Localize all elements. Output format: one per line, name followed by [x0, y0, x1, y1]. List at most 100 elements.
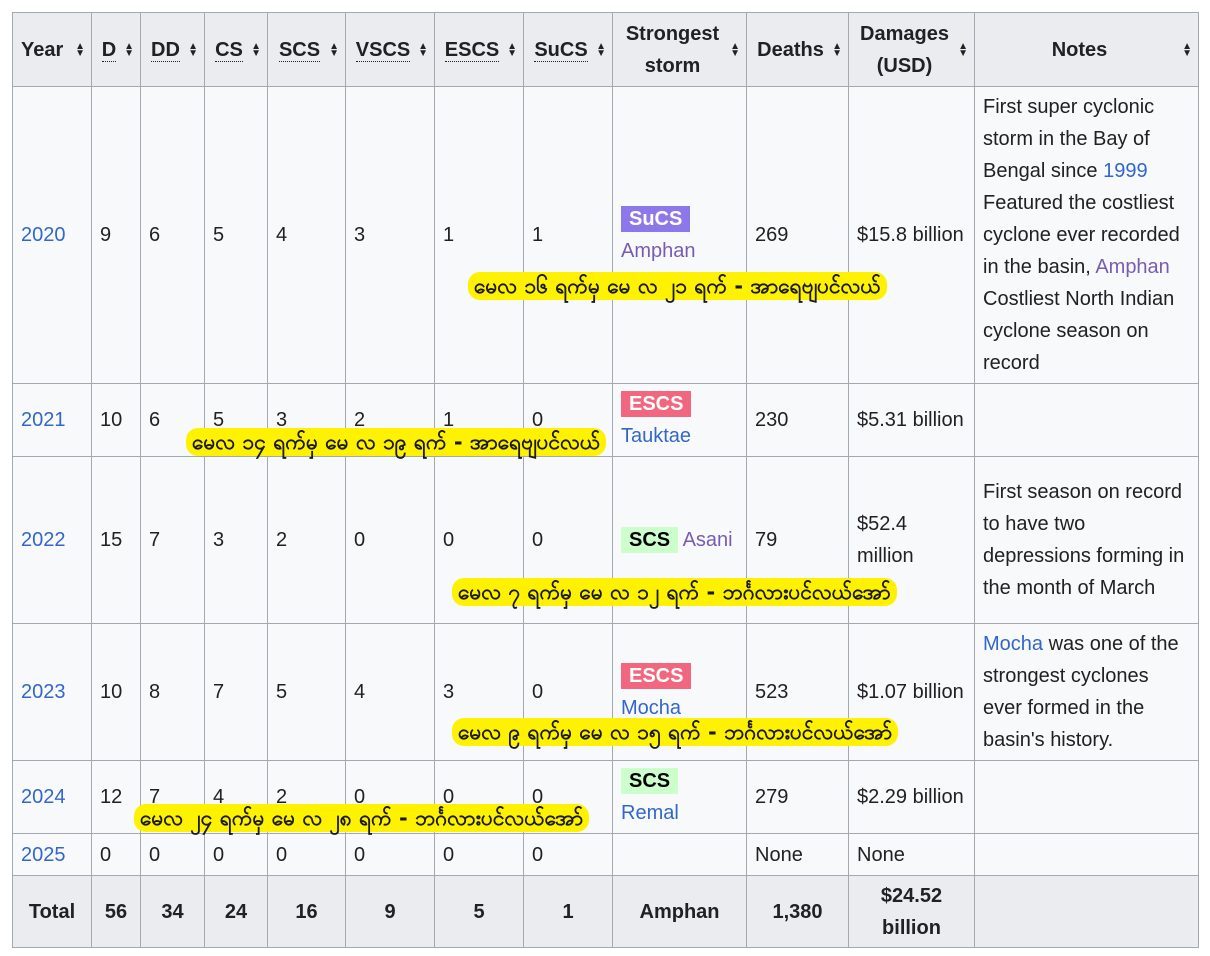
total-cs: 24	[204, 875, 268, 948]
sort-icon[interactable]: ▲ ▼	[124, 41, 134, 58]
column-header-d[interactable]: D ▲ ▼	[91, 12, 141, 87]
column-header-year[interactable]: Year ▲ ▼	[12, 12, 92, 87]
scs-count-cell: 4	[267, 86, 346, 384]
column-header-label: DD	[151, 38, 180, 62]
vscs-count-cell: 4	[345, 623, 435, 761]
total-escs: 5	[434, 875, 524, 948]
notes-link[interactable]: Amphan	[1095, 256, 1170, 278]
year-cell: 2020	[12, 86, 92, 384]
storm-category-badge: SuCS	[621, 206, 691, 232]
column-header-label: CS	[215, 38, 243, 62]
dd-count-cell: 8	[140, 623, 205, 761]
notes-cell	[974, 833, 1199, 876]
column-header-dd[interactable]: DD ▲ ▼	[140, 12, 205, 87]
notes-text: First season on record to have two depre…	[983, 481, 1185, 599]
sort-icon[interactable]: ▲ ▼	[329, 41, 339, 58]
notes-link[interactable]: Mocha	[983, 633, 1043, 655]
vscs-count-cell: 3	[345, 86, 435, 384]
column-header-vscs[interactable]: VSCS ▲ ▼	[345, 12, 435, 87]
overlay-caption-4: မေလ ၉ ရက်မှ မေ လ ၁၅ ရက် - ဘင်္ဂလားပင်လယ်…	[452, 718, 899, 746]
strongest-storm-cell: SCS Remal	[612, 760, 747, 834]
total-d: 56	[91, 875, 141, 948]
sort-icon[interactable]: ▲ ▼	[75, 41, 85, 58]
year-link[interactable]: 2020	[21, 224, 66, 246]
total-deaths: 1,380	[746, 875, 849, 948]
column-header-damages-usd[interactable]: Damages (USD) ▲ ▼	[848, 12, 975, 87]
column-header-label: D	[101, 38, 117, 62]
overlay-caption-2: မေလ ၁၄ ရက်မှ မေ လ ၁၉ ရက် - အာရေဗျပင်လယ်	[186, 428, 607, 456]
table-body: 2020 9 6 5 4 3 1 1 SuCS Amphan 269 $15.8 billion Fir…	[12, 86, 1199, 876]
sort-icon[interactable]: ▲ ▼	[251, 41, 261, 58]
sort-icon[interactable]: ▲ ▼	[958, 41, 968, 58]
sort-icon[interactable]: ▲ ▼	[418, 41, 428, 58]
sort-icon[interactable]: ▲ ▼	[1182, 41, 1192, 58]
storm-name-link[interactable]: Amphan	[621, 240, 696, 262]
storm-category-badge: ESCS	[621, 663, 692, 689]
dd-count-cell: 0	[140, 833, 205, 876]
vscs-count-cell: 0	[345, 833, 435, 876]
sort-icon[interactable]: ▲ ▼	[507, 41, 517, 58]
storm-name-link[interactable]: Tauktae	[621, 425, 691, 447]
deaths-cell: 269	[746, 86, 849, 384]
column-header-label: VSCS	[355, 38, 411, 62]
dd-count-cell: 6	[140, 86, 205, 384]
sucs-count-cell: 1	[523, 86, 613, 384]
total-sucs: 1	[523, 875, 613, 948]
escs-count-cell: 0	[434, 833, 524, 876]
total-scs: 16	[267, 875, 346, 948]
column-header-label: Notes	[1051, 38, 1108, 61]
year-cell: 2023	[12, 623, 92, 761]
scs-count-cell: 0	[267, 833, 346, 876]
column-header-cs[interactable]: CS ▲ ▼	[204, 12, 268, 87]
d-count-cell: 12	[91, 760, 141, 834]
year-link[interactable]: 2022	[21, 529, 66, 551]
column-header-sucs[interactable]: SuCS ▲ ▼	[523, 12, 613, 87]
year-link[interactable]: 2021	[21, 409, 66, 431]
strongest-storm-cell: ESCS Tauktae	[612, 383, 747, 457]
total-row: Total 56 34 24 16 9 5 1 Amphan 1,380 $24…	[12, 875, 1199, 948]
damages-cell: None	[848, 833, 975, 876]
column-header-deaths[interactable]: Deaths ▲ ▼	[746, 12, 849, 87]
d-count-cell: 10	[91, 623, 141, 761]
notes-link[interactable]: 1999	[1103, 160, 1148, 182]
year-cell: 2024	[12, 760, 92, 834]
sort-icon[interactable]: ▲ ▼	[730, 41, 740, 58]
sort-icon[interactable]: ▲ ▼	[832, 41, 842, 58]
overlay-caption-3: မေလ ၇ ရက်မှ မေ လ ၁၂ ရက် - ဘင်္ဂလားပင်လယ်…	[452, 578, 897, 606]
cs-count-cell: 5	[204, 86, 268, 384]
year-link[interactable]: 2024	[21, 786, 66, 808]
column-header-escs[interactable]: ESCS ▲ ▼	[434, 12, 524, 87]
strongest-storm-cell: SuCS Amphan	[612, 86, 747, 384]
damages-cell: $2.29 billion	[848, 760, 975, 834]
storm-category-badge: SCS	[621, 527, 679, 553]
total-damages: $24.52 billion	[848, 875, 975, 948]
column-header-scs[interactable]: SCS ▲ ▼	[267, 12, 346, 87]
storm-name-link[interactable]: Remal	[621, 802, 679, 824]
storm-category-badge: SCS	[621, 768, 679, 794]
notes-cell	[974, 383, 1199, 457]
year-link[interactable]: 2025	[21, 844, 66, 866]
deaths-cell: None	[746, 833, 849, 876]
notes-cell: First season on record to have two depre…	[974, 456, 1199, 624]
dd-count-cell: 7	[140, 456, 205, 624]
escs-count-cell: 1	[434, 86, 524, 384]
notes-cell: Mocha was one of the strongest cyclones …	[974, 623, 1199, 761]
sort-icon[interactable]: ▲ ▼	[596, 41, 606, 58]
storm-name-link[interactable]: Mocha	[621, 697, 681, 719]
storm-name-link[interactable]: Asani	[683, 529, 733, 551]
overlay-caption-5: မေလ ၂၄ ရက်မှ မေ လ ၂၈ ရက် - ဘင်္ဂလားပင်လယ…	[134, 804, 590, 832]
column-header-label: SCS	[278, 38, 321, 62]
column-header-strongest-storm[interactable]: Strongest storm ▲ ▼	[612, 12, 747, 87]
total-dd: 34	[140, 875, 205, 948]
year-link[interactable]: 2023	[21, 681, 66, 703]
season-row-2020: 2020 9 6 5 4 3 1 1 SuCS Amphan 269 $15.8 billion Fir…	[12, 86, 1199, 384]
total-notes	[974, 875, 1199, 948]
column-header-notes[interactable]: Notes ▲ ▼	[974, 12, 1199, 87]
header-row: Year ▲ ▼ D ▲ ▼ DD ▲ ▼ CS ▲ ▼ SCS ▲ ▼ VSCS ▲ ▼ ESCS ▲ ▼ SuCS ▲ ▼…	[12, 12, 1199, 87]
column-header-label: Year	[21, 38, 64, 61]
year-cell: 2025	[12, 833, 92, 876]
notes-cell	[974, 760, 1199, 834]
sort-icon[interactable]: ▲ ▼	[188, 41, 198, 58]
total-vscs: 9	[345, 875, 435, 948]
total-label: Total	[12, 875, 92, 948]
